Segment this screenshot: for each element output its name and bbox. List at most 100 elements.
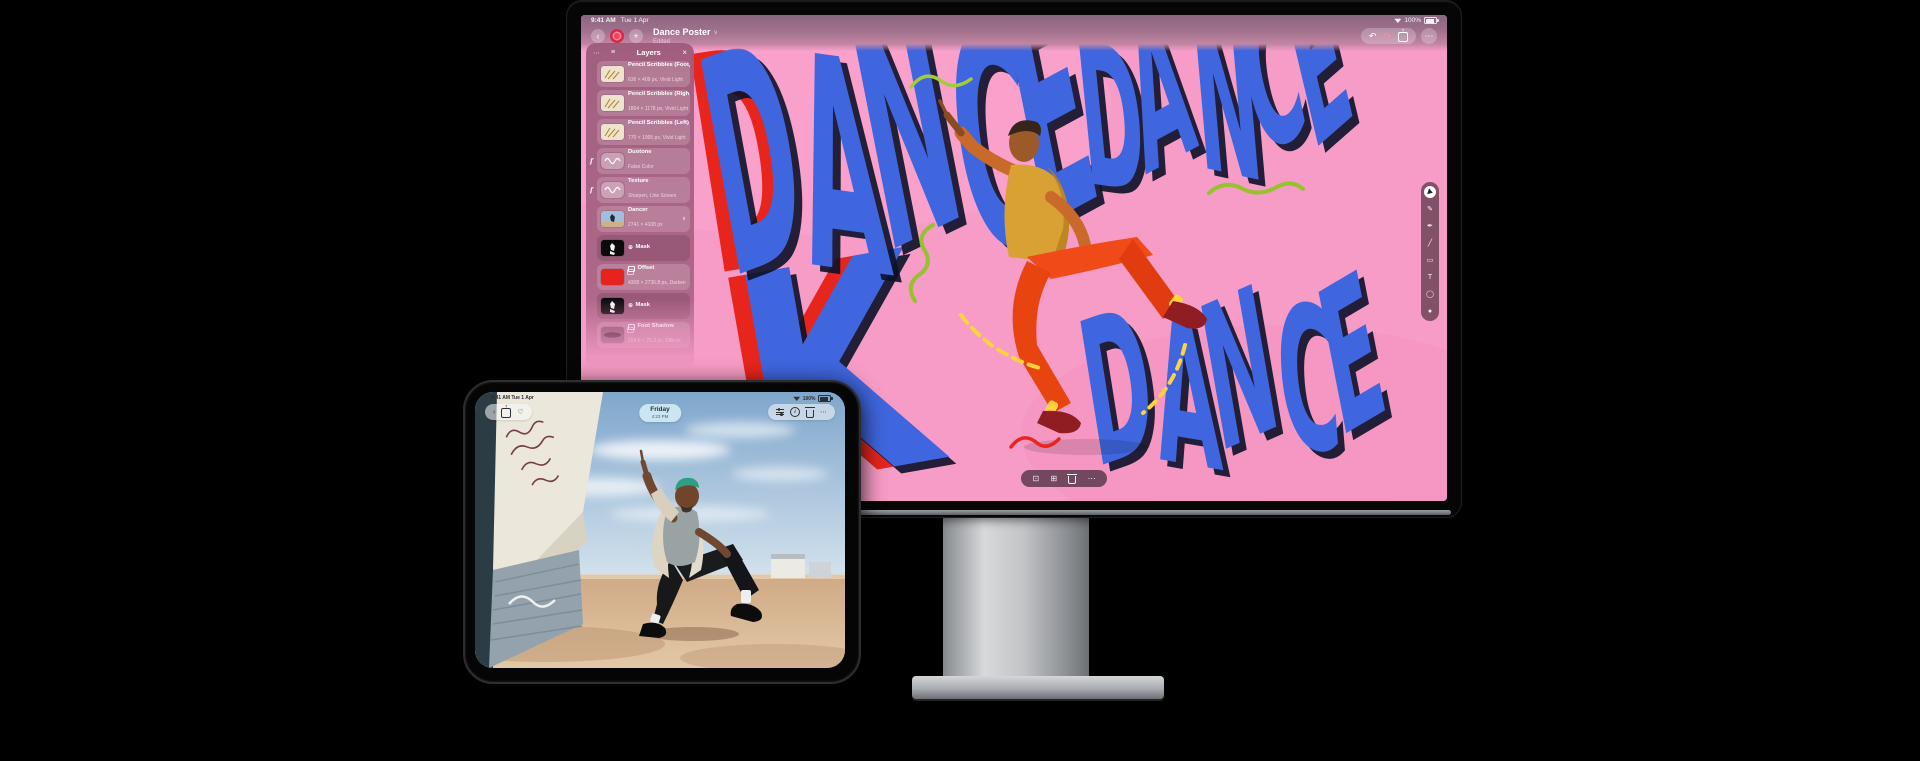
- layer-meta: 2741 × 4108 px: [628, 222, 663, 228]
- ipad-screen: 9:41 AM Tue 1 Apr 100% ‹ ↑ ♡ Friday 4:23…: [475, 392, 845, 668]
- back-button[interactable]: ‹: [493, 409, 495, 416]
- artwork-word-3: DANCE DANCE: [1065, 228, 1409, 501]
- photo-nav-pill: ‹ ↑ ♡: [485, 404, 532, 420]
- layer-row[interactable]: ⊕ Pencil Scribbles (Left) 770 × 1995 px,…: [597, 119, 690, 145]
- layer-thumbnail: [601, 211, 624, 227]
- undo-button[interactable]: ↶: [1369, 31, 1377, 42]
- battery-percent: 100%: [1404, 17, 1421, 24]
- share-button[interactable]: ↑: [501, 408, 511, 418]
- layer-name: Offset: [638, 266, 655, 272]
- layer-row[interactable]: ⊕ Pencil Scribbles (Foot) 636 × 409 px, …: [597, 61, 690, 87]
- layer-name: Dancer: [628, 208, 648, 214]
- layer-meta: 154.6 × 25.3 px, Effects: [628, 338, 681, 344]
- battery-icon: [818, 395, 831, 402]
- layer-meta: 4308 × 2736.8 px, Darken: [628, 280, 686, 286]
- redo-button[interactable]: ↷: [1383, 31, 1391, 42]
- gallery-red-button[interactable]: [610, 29, 624, 43]
- layer-thumbnail: [601, 298, 624, 314]
- layer-row[interactable]: ⊕ Mask ∨: [597, 235, 690, 261]
- system-status-bar: 9:41 AM Tue 1 Apr 100%: [591, 17, 1437, 24]
- favorite-button[interactable]: ♡: [517, 408, 523, 416]
- ipad: 9:41 AM Tue 1 Apr 100% ‹ ↑ ♡ Friday 4:23…: [463, 380, 861, 684]
- back-button[interactable]: ‹: [591, 29, 605, 43]
- layers-list: ⊕ Pencil Scribbles (Foot) 636 × 409 px, …: [586, 61, 694, 348]
- document-title: Dance Poster: [653, 28, 711, 37]
- panel-close-button[interactable]: ×: [682, 48, 687, 57]
- layers-panel: ⋯ ≡ Layers × ⊕ Pencil Scribbles (Foot) 6…: [586, 43, 694, 371]
- layer-thumbnail: [601, 269, 624, 285]
- svg-text:DANCE: DANCE: [1065, 228, 1402, 501]
- photo-actions-pill: i ⋯: [768, 404, 835, 420]
- layer-meta: 636 × 409 px, Vivid Light: [628, 77, 683, 83]
- group-icon: [628, 324, 635, 330]
- display-stand-neck: [943, 514, 1089, 678]
- fit-canvas-button[interactable]: ⊡: [1032, 474, 1039, 483]
- layer-meta: Sharpen, Line Screen: [628, 193, 676, 199]
- layer-name: Mask: [636, 303, 651, 309]
- display-stand-base: [912, 676, 1164, 699]
- layer-name: Mask: [636, 245, 651, 251]
- date-badge[interactable]: Friday 4:23 PM: [639, 404, 681, 422]
- trash-button[interactable]: [806, 410, 814, 418]
- eraser-tool[interactable]: ▭: [1424, 254, 1436, 266]
- layer-row[interactable]: ⊕ Foot Shadow 154.6 × 25.3 px, Effects ∨: [597, 322, 690, 348]
- ipad-status-bar: 9:41 AM Tue 1 Apr 100%: [491, 395, 831, 402]
- fx-badge: f: [590, 157, 597, 165]
- panel-title: Layers: [620, 48, 677, 57]
- layer-thumbnail: [601, 95, 624, 111]
- mask-icon: ⊕: [628, 303, 633, 309]
- layer-meta: 770 × 1995 px, Vivid Light: [628, 135, 686, 141]
- layer-thumbnail: [601, 124, 624, 140]
- edit-adjust-button[interactable]: [776, 409, 784, 416]
- text-tool[interactable]: T: [1424, 271, 1436, 283]
- panel-more-button[interactable]: ⋯: [593, 49, 600, 57]
- panel-menu-icon[interactable]: ≡: [611, 49, 615, 56]
- chevron-down-icon: ∨: [682, 216, 686, 222]
- layer-row[interactable]: ⊕ Dancer 2741 × 4108 px ∨: [597, 206, 690, 232]
- history-share-pill: ↶ ↷ ↑: [1361, 28, 1416, 44]
- layer-name: Duotone: [628, 150, 652, 156]
- layer-name: Pencil Scribbles (Foot): [628, 63, 690, 69]
- pencil-tool[interactable]: ✎: [1424, 203, 1436, 215]
- chevron-down-icon: ∨: [714, 30, 718, 36]
- clock: 9:41 AM: [591, 17, 616, 24]
- dancer-photo[interactable]: [475, 392, 845, 668]
- layer-meta: False Color: [628, 164, 654, 170]
- canvas-bottom-toolbar: ⊡ ⊞ ⋯: [1021, 470, 1107, 487]
- layer-name: Pencil Scribbles (Left): [628, 121, 689, 127]
- tool-rail: ✎ ✒ ╱ ▭ T ◯ ●: [1421, 182, 1439, 321]
- layer-row[interactable]: ⊕ Duotone False Color ∨: [597, 148, 690, 174]
- date: Tue 1 Apr: [621, 17, 649, 24]
- cursor-tool[interactable]: [1424, 186, 1436, 198]
- shape-tool[interactable]: ◯: [1424, 288, 1436, 300]
- layer-row[interactable]: ⊕ Pencil Scribbles (Right) 1864 × 1178 p…: [597, 90, 690, 116]
- layer-thumbnail: [601, 153, 624, 169]
- layer-thumbnail: [601, 182, 624, 198]
- layer-meta: 1864 × 1178 px, Vivid Light: [628, 106, 688, 112]
- battery-percent: 100%: [803, 396, 816, 402]
- info-button[interactable]: i: [790, 407, 800, 417]
- ipad-clock-date: 9:41 AM Tue 1 Apr: [491, 395, 534, 402]
- layer-thumbnail: [601, 240, 624, 256]
- layer-name: Pencil Scribbles (Right): [628, 92, 690, 98]
- more-button[interactable]: ⋯: [1421, 28, 1437, 44]
- layer-row[interactable]: ⊕ Mask ∨: [597, 293, 690, 319]
- wifi-icon: [1394, 18, 1401, 23]
- fx-badge: f: [590, 186, 597, 194]
- group-icon: [628, 266, 635, 272]
- add-button[interactable]: +: [629, 29, 643, 43]
- share-button[interactable]: ↑: [1398, 32, 1408, 42]
- more-button[interactable]: ⋯: [1088, 474, 1096, 483]
- trash-button[interactable]: [1068, 476, 1076, 484]
- layer-thumbnail: [601, 327, 624, 343]
- layer-name: Foot Shadow: [638, 324, 674, 330]
- layer-row[interactable]: ⊕ Offset 4308 × 2736.8 px, Darken ∨: [597, 264, 690, 290]
- layer-row[interactable]: ⊕ Texture Sharpen, Line Screen ∨: [597, 177, 690, 203]
- color-tool[interactable]: ●: [1424, 305, 1436, 317]
- pen-tool[interactable]: ✒: [1424, 220, 1436, 232]
- battery-icon: [1424, 17, 1437, 24]
- line-tool[interactable]: ╱: [1424, 237, 1436, 249]
- grid-button[interactable]: ⊞: [1050, 474, 1057, 483]
- layer-thumbnail: [601, 66, 624, 82]
- more-button[interactable]: ⋯: [820, 408, 827, 416]
